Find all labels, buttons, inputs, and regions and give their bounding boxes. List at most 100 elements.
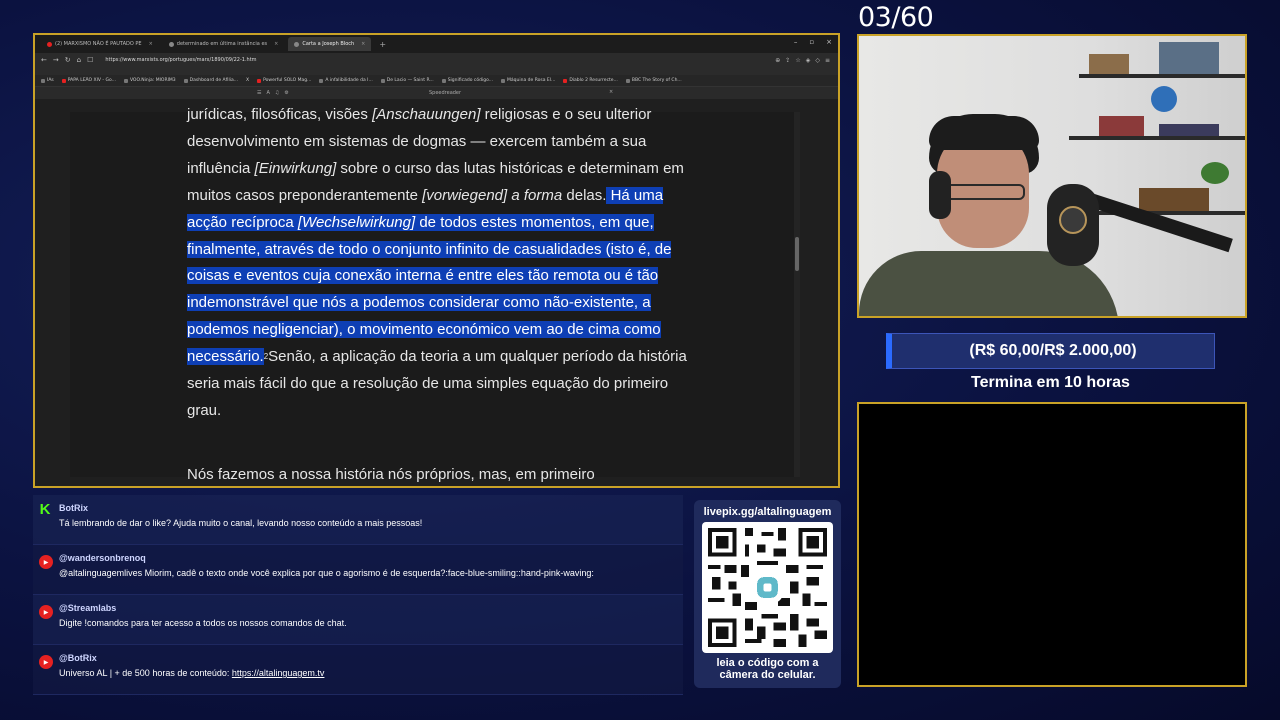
extension-icons: ⊕ ⇪ ☆ ◈ ◇ ≡ (775, 57, 830, 64)
maximize-icon[interactable]: ▫ (809, 38, 814, 46)
site-icon (380, 78, 385, 83)
bookmark-item[interactable]: X (246, 78, 249, 83)
chat-link[interactable]: https://altalinguagem.tv (232, 668, 325, 678)
chat-text: Digite !comandos para ter acesso a todos… (59, 618, 347, 628)
audio-icon[interactable]: ♫ (275, 90, 279, 96)
shelf (1069, 136, 1245, 140)
chat-username: @Streamlabs (59, 603, 117, 613)
close-icon[interactable]: × (274, 41, 278, 47)
qr-title: livepix.gg/altalinguagem (703, 506, 832, 518)
tab-carta-bloch[interactable]: Carta a Joseph Bloch × (288, 37, 372, 51)
site-icon (123, 78, 128, 83)
browser-capture: (2) MARXISMO NÃO É PAUTADO PE × determina… (33, 33, 840, 488)
books (1089, 54, 1129, 74)
scrollbar-thumb[interactable] (795, 237, 799, 271)
chat-overlay: K BotRix Tá lembrando de dar o like? Aju… (33, 495, 683, 695)
reader-page: jurídicas, filosóficas, visões [Anschauu… (70, 106, 800, 483)
close-icon[interactable]: × (361, 41, 365, 47)
star-icon[interactable]: ☆ (795, 57, 800, 64)
share-icon[interactable]: ⇪ (785, 57, 790, 64)
minimize-icon[interactable]: – (794, 38, 798, 46)
progress-counter: 03/60 (858, 2, 934, 33)
page-favicon-icon (294, 41, 300, 47)
font-icon[interactable]: A (266, 90, 269, 96)
globe (1151, 86, 1177, 112)
reader-toolbar: ☰ A ♫ ⚙ Speedreader × (35, 87, 838, 99)
person-hair-top (929, 116, 1039, 150)
bookmark-item[interactable]: VOO.Ninja: MIORIM3 (123, 78, 176, 83)
youtube-icon (563, 78, 568, 83)
home-icon[interactable]: ⌂ (77, 56, 81, 64)
qr-code (702, 522, 833, 653)
address-bar[interactable]: https://www.marxists.org/portugues/marx/… (105, 57, 256, 63)
bookmark-item[interactable]: Diablo 2 Resurrecte... (563, 78, 618, 83)
article-next-line: Nós fazemos a nossa história nós próprio… (187, 466, 595, 483)
reader-tools: ☰ A ♫ ⚙ (257, 90, 289, 96)
shelf (1079, 74, 1245, 78)
close-icon[interactable]: × (149, 41, 153, 47)
kick-icon: K (39, 500, 51, 518)
site-icon (625, 78, 630, 83)
site-icon (183, 78, 188, 83)
plant (1201, 162, 1229, 184)
bookmark-icon[interactable]: ☐ (87, 56, 93, 64)
bookmarks-bar: IAs PAPA LEÃO XIV - Go... VOO.Ninja: MIO… (35, 75, 838, 87)
bookmark-item[interactable]: Powerful SOLO Mag... (257, 78, 311, 83)
bookmark-item[interactable]: BBC The Story of Ch... (625, 78, 682, 83)
empty-panel (857, 402, 1247, 687)
bookmark-item[interactable]: PAPA LEÃO XIV - Go... (61, 78, 116, 83)
books (1099, 116, 1144, 136)
bookmark-item[interactable]: De Lacio — Saint R... (380, 78, 434, 83)
site-icon (319, 78, 324, 83)
reader-label: Speedreader (429, 90, 462, 96)
site-icon (501, 78, 506, 83)
article-text: jurídicas, filosóficas, visões [Anschauu… (187, 106, 687, 419)
youtube-icon: ▶ (39, 555, 53, 569)
donation-goal-bar: (R$ 60,00/R$ 2.000,00) (886, 333, 1215, 369)
back-icon[interactable]: ← (41, 56, 47, 64)
forward-icon[interactable]: → (53, 56, 59, 64)
youtube-icon: ▶ (39, 605, 53, 619)
tab-search[interactable]: determinado em última instância es × (163, 37, 285, 51)
bookmark-item[interactable]: A infalibilidade da I... (319, 78, 373, 83)
youtube-favicon-icon (47, 41, 52, 47)
books (1159, 42, 1219, 74)
books (1159, 124, 1219, 136)
window-controls: – ▫ × (794, 38, 832, 46)
bookmark-item[interactable]: Significado código... (441, 78, 493, 83)
settings-icon[interactable]: ⚙ (284, 90, 288, 96)
bookmark-item[interactable]: Máquina de Rosa El... (501, 78, 555, 83)
chat-message: ▶ @Streamlabs Digite !comandos para ter … (33, 595, 683, 645)
qr-panel: livepix.gg/altalinguagem leia o código c… (694, 500, 841, 688)
menu-icon[interactable]: ≡ (825, 57, 830, 64)
shield-icon[interactable]: ◈ (806, 57, 811, 64)
chat-text: Tá lembrando de dar o like? Ajuda muito … (59, 518, 423, 528)
chat-text: Universo AL | + de 500 horas de conteúdo… (59, 668, 325, 678)
youtube-icon (61, 78, 66, 83)
list-icon[interactable]: ☰ (257, 90, 261, 96)
globe-favicon-icon (168, 41, 174, 47)
extension-icon[interactable]: ◇ (815, 57, 820, 64)
zoom-icon[interactable]: ⊕ (775, 57, 780, 64)
chat-message: K BotRix Tá lembrando de dar o like? Aju… (33, 495, 683, 545)
bookmark-item[interactable]: IAs (41, 78, 54, 83)
browser-chrome: (2) MARXISMO NÃO É PAUTADO PE × determina… (35, 35, 838, 75)
webcam-feed (857, 34, 1247, 318)
folder-icon (41, 78, 45, 83)
close-reader-icon[interactable]: × (609, 89, 613, 95)
books (1139, 188, 1209, 211)
close-window-icon[interactable]: × (826, 38, 832, 46)
bookmark-item[interactable]: Dashboard de Afilia... (183, 78, 238, 83)
microphone-logo (1059, 206, 1087, 234)
scrollbar[interactable] (794, 112, 800, 477)
reload-icon[interactable]: ↻ (65, 56, 71, 64)
tab-youtube[interactable]: (2) MARXISMO NÃO É PAUTADO PE × (41, 37, 159, 51)
chat-message: ▶ @wandersonbrenoq @altalinguagemlives M… (33, 545, 683, 595)
tab-strip: (2) MARXISMO NÃO É PAUTADO PE × determina… (35, 35, 838, 53)
youtube-icon (257, 78, 262, 83)
goal-deadline: Termina em 10 horas (971, 374, 1130, 391)
new-tab-button[interactable]: + (375, 40, 390, 49)
youtube-icon: ▶ (39, 655, 53, 669)
chat-message: ▶ @BotRix Universo AL | + de 500 horas d… (33, 645, 683, 695)
glasses (943, 184, 1025, 200)
